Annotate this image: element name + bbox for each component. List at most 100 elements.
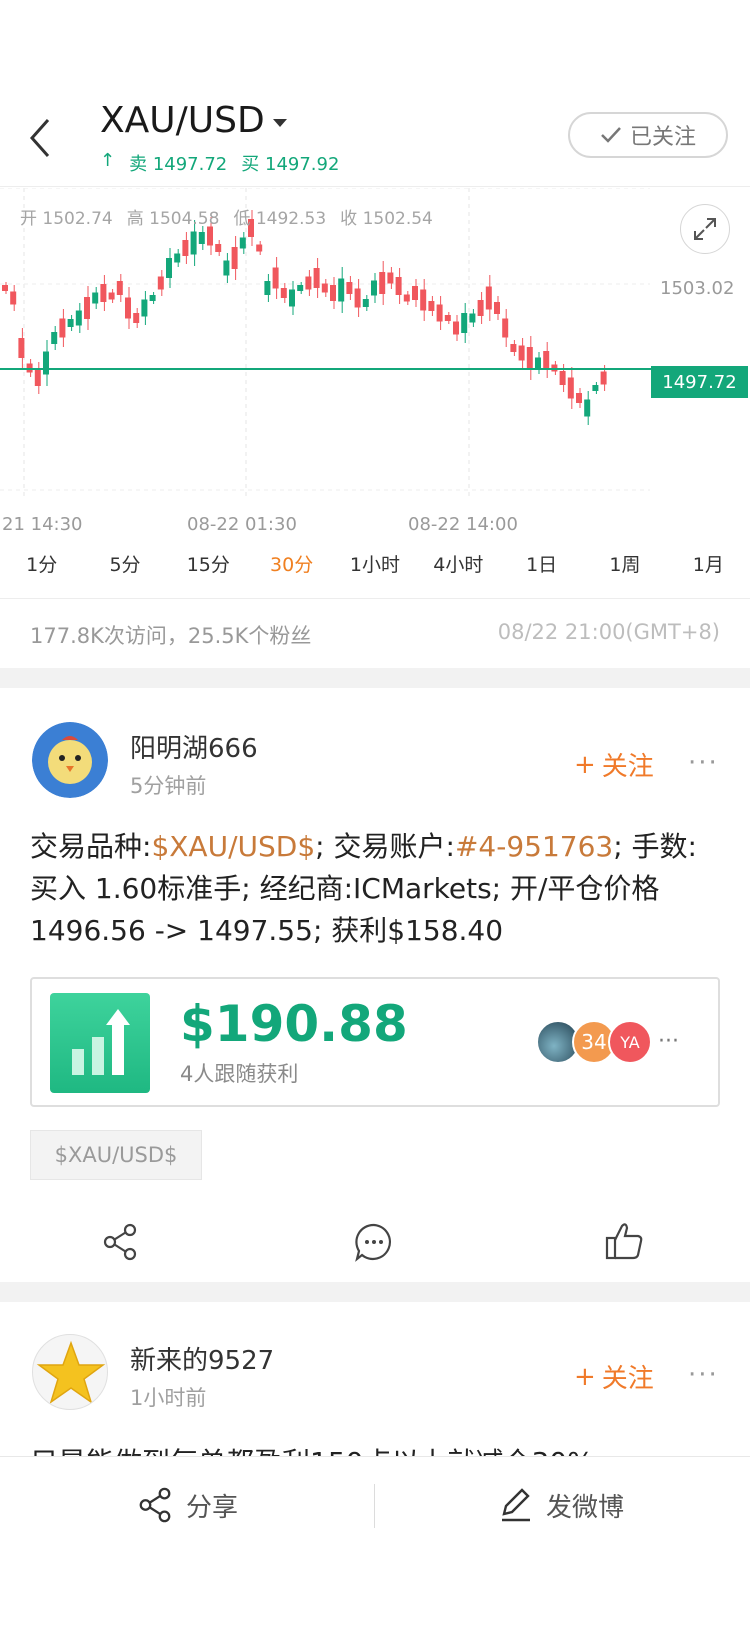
candle-body [428, 301, 435, 311]
share-button[interactable]: 分享 [136, 1480, 238, 1530]
candle-body [92, 292, 99, 304]
check-icon [601, 127, 621, 143]
plus-icon: + [574, 1361, 596, 1392]
buy-quote: 买 1497.92 [241, 154, 340, 175]
tab-1day[interactable]: 1日 [500, 550, 583, 586]
followed-button[interactable]: 已关注 [568, 112, 728, 158]
more-menu-button[interactable]: ··· [688, 1360, 719, 1390]
candle-body [338, 278, 345, 302]
follow-button[interactable]: + 关注 [574, 746, 654, 783]
bottom-bar [0, 1456, 750, 1625]
share-icon [139, 1487, 171, 1523]
post-weibo-button[interactable]: 发微博 [498, 1480, 624, 1530]
tab-1week[interactable]: 1周 [583, 550, 666, 586]
comment-action[interactable] [354, 1222, 394, 1266]
ohlc-readout: 开 1502.74 高 1504.58 低 1492.53 收 1502.54 [20, 204, 433, 229]
divider [0, 598, 750, 599]
symbol-selector[interactable]: XAU/USD [100, 100, 287, 141]
tab-5min[interactable]: 5分 [83, 550, 166, 586]
candle-body [362, 299, 369, 307]
candle-body [543, 351, 550, 369]
candle-body [34, 370, 41, 386]
follower-avatar: YA [608, 1020, 652, 1064]
candle-body [485, 286, 492, 310]
current-price-tag: 1497.72 [651, 366, 748, 398]
candle-body [215, 244, 222, 252]
candle-body [321, 283, 328, 293]
candle-body [18, 338, 25, 358]
quote-line: ↑ 卖 1497.72 买 1497.92 [100, 150, 339, 176]
follow-button[interactable]: + 关注 [574, 1358, 654, 1395]
avatar[interactable] [32, 1334, 108, 1410]
symbol-link[interactable]: $XAU/USD$ [151, 830, 315, 863]
header-divider [0, 186, 750, 187]
candle-body [453, 321, 459, 335]
ohlc-close: 收 1502.54 [340, 209, 433, 229]
candle-body [387, 272, 394, 284]
more-menu-button[interactable]: ··· [688, 748, 719, 778]
time-tick: 08-22 14:00 [408, 514, 518, 535]
candle-body [510, 344, 517, 352]
sell-quote: 卖 1497.72 [129, 154, 228, 175]
like-action[interactable] [604, 1220, 644, 1266]
post-actions [0, 1212, 750, 1272]
expand-icon [694, 218, 716, 240]
candle-body [436, 304, 443, 322]
ohlc-open: 开 1502.74 [20, 209, 113, 229]
tab-15min[interactable]: 15分 [167, 550, 250, 586]
candle-body [461, 313, 468, 333]
candle-body [535, 357, 541, 369]
candle-body [207, 226, 213, 246]
candle-body [231, 247, 238, 269]
tab-1hour[interactable]: 1小时 [333, 550, 416, 586]
candle-body [59, 318, 66, 338]
candle-body [395, 277, 402, 295]
tab-1month[interactable]: 1月 [667, 550, 750, 586]
username[interactable]: 新来的9527 [130, 1340, 274, 1377]
share-icon [103, 1223, 137, 1261]
section-gap [0, 668, 750, 688]
candle-body [2, 285, 8, 291]
back-arrow-icon [29, 119, 50, 157]
stats-timestamp: 08/22 21:00(GMT+8) [497, 620, 720, 644]
thumbs-up-icon [605, 1223, 643, 1260]
candle-body [567, 377, 574, 399]
chick-avatar-icon [32, 722, 108, 798]
fullscreen-button[interactable] [680, 204, 730, 254]
candle-body [403, 294, 410, 302]
star-avatar-icon [36, 1340, 106, 1404]
candlestick-chart[interactable] [0, 188, 750, 538]
candle-body [592, 385, 599, 391]
visit-stats: 177.8K次访问，25.5K个粉丝 [30, 624, 312, 648]
candle-body [330, 285, 336, 301]
ohlc-low: 低 1492.53 [233, 209, 327, 229]
candle-body [239, 237, 246, 249]
back-button[interactable] [22, 110, 62, 160]
candle-body [412, 286, 418, 300]
avatar[interactable] [32, 722, 108, 798]
candle-body [116, 281, 123, 295]
tab-30min[interactable]: 30分 [250, 550, 333, 586]
candle-body [477, 300, 484, 316]
tab-4hour[interactable]: 4小时 [417, 550, 500, 586]
share-action[interactable] [100, 1222, 140, 1266]
comment-icon [355, 1223, 391, 1262]
candle-body [559, 371, 566, 385]
candle-body [100, 284, 107, 302]
candle-body [444, 315, 451, 321]
follower-avatars: 34 YA ··· [536, 1020, 679, 1064]
candle-body [166, 258, 172, 278]
candle-body [379, 272, 386, 294]
candle-body [289, 289, 295, 307]
username[interactable]: 阳明湖666 [130, 728, 258, 765]
candle-body [264, 281, 271, 295]
interval-tabs: 1分 5分 15分 30分 1小时 4小时 1日 1周 1月 [0, 550, 750, 586]
tab-1min[interactable]: 1分 [0, 550, 83, 586]
candle-body [584, 399, 591, 417]
candle-body [157, 276, 164, 290]
candle-body [10, 291, 17, 305]
account-link[interactable]: #4-951763 [455, 830, 613, 863]
topic-tag[interactable]: $XAU/USD$ [30, 1130, 202, 1180]
candle-body [469, 313, 476, 323]
candle-body [502, 318, 509, 338]
